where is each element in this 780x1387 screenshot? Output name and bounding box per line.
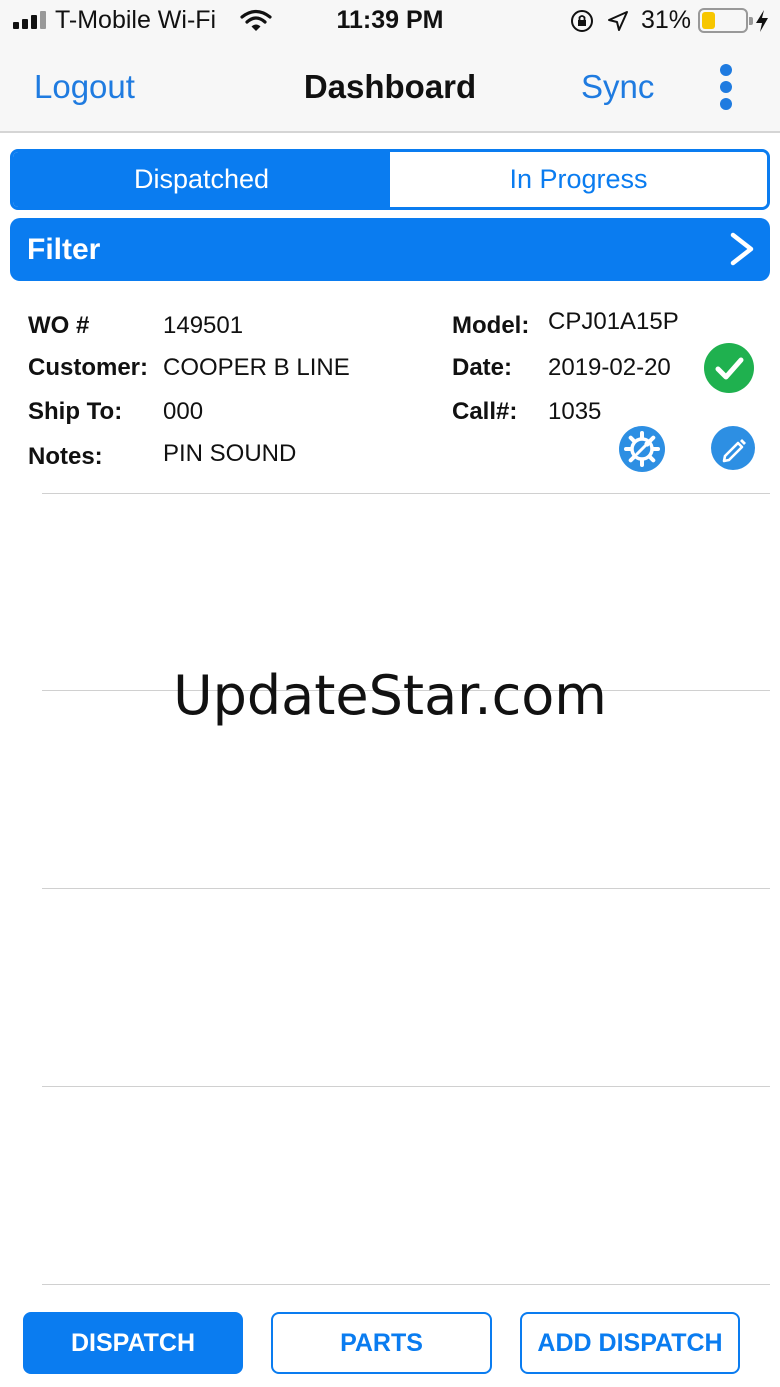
notes-label: Notes: [28, 443, 103, 470]
watermark: UpdateStar.com [173, 664, 607, 727]
status-tabs: Dispatched In Progress [10, 149, 770, 210]
model-value: CPJ01A15P [548, 308, 679, 335]
ship-to-label: Ship To: [28, 398, 123, 425]
parts-button[interactable]: PARTS [271, 1312, 492, 1374]
list-separator [42, 1284, 770, 1285]
rotation-lock-icon [571, 10, 593, 32]
sync-button[interactable]: Sync [581, 68, 654, 106]
logout-button[interactable]: Logout [34, 68, 135, 106]
wo-number-value: 149501 [163, 312, 244, 339]
tab-dispatched[interactable]: Dispatched [13, 152, 390, 207]
battery-percent: 31% [641, 6, 692, 34]
model-label: Model: [452, 312, 530, 339]
notes-value: PIN SOUND [163, 440, 297, 467]
chevron-right-icon [730, 232, 754, 266]
list-separator [42, 1086, 770, 1087]
settings-tools-icon[interactable] [619, 426, 665, 472]
customer-label: Customer: [28, 354, 149, 381]
wo-number-label: WO # [28, 312, 90, 339]
filter-label: Filter [27, 233, 101, 266]
edit-pencil-icon[interactable] [711, 426, 755, 470]
more-vertical-icon[interactable] [713, 64, 739, 110]
location-icon [608, 11, 628, 31]
status-bar: T-Mobile Wi-Fi 11:39 PM 31% [0, 0, 780, 44]
navigation-bar: Logout Dashboard Sync [0, 44, 780, 133]
date-label: Date: [452, 354, 513, 381]
call-number-value: 1035 [548, 398, 602, 425]
customer-value: COOPER B LINE [163, 354, 350, 381]
tab-in-progress[interactable]: In Progress [390, 152, 767, 207]
ship-to-value: 000 [163, 398, 204, 425]
filter-bar[interactable]: Filter [10, 218, 770, 281]
call-number-label: Call#: [452, 398, 518, 425]
date-value: 2019-02-20 [548, 354, 671, 381]
charging-icon [756, 10, 768, 32]
dispatch-button[interactable]: DISPATCH [23, 1312, 243, 1374]
list-separator [42, 493, 770, 494]
battery-icon [698, 8, 753, 33]
list-separator [42, 888, 770, 889]
check-circle-icon [704, 343, 754, 393]
add-dispatch-button[interactable]: ADD DISPATCH [520, 1312, 740, 1374]
